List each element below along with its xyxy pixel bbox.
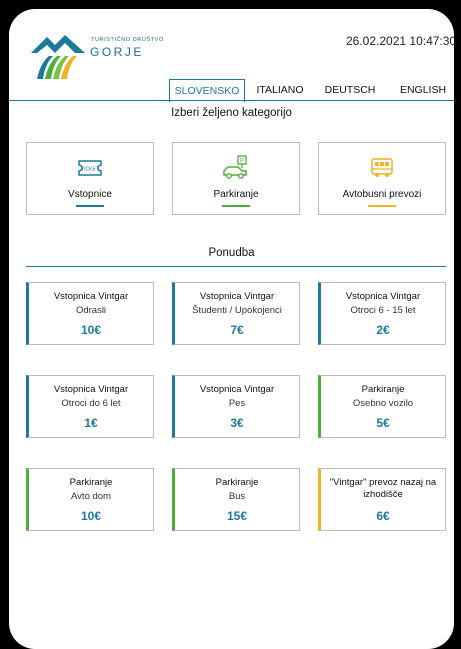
logo: TURISTIČNO DRUŠTVO GORJE: [29, 31, 169, 81]
brand-title: GORJE: [90, 45, 144, 59]
offer-title: Parkiranje: [69, 477, 113, 488]
category-label: Avtobusni prevozi: [342, 189, 422, 200]
offer-title: Vstopnica Vintgar: [199, 291, 275, 302]
offer-price: 5€: [376, 416, 390, 430]
category-underline: [76, 205, 104, 207]
offer-title: Vstopnica Vintgar: [53, 291, 129, 302]
offer-title: Parkiranje: [361, 384, 405, 395]
offer-card[interactable]: Vstopnica Vintgar Študenti / Upokojenci …: [172, 282, 300, 345]
tab-deutsch[interactable]: DEUTSCH: [319, 79, 381, 101]
offer-price: 7€: [230, 323, 244, 337]
offer-subtitle: Pes: [228, 398, 246, 409]
bus-icon: [371, 158, 393, 177]
category-avtobusni-prevozi-button[interactable]: Avtobusni prevozi: [318, 142, 446, 215]
offer-subtitle: Osebno vozilo: [352, 398, 414, 409]
offer-price: 10€: [80, 323, 102, 337]
language-tabs: SLOVENSKO ITALIANO DEUTSCH ENGLISH: [169, 79, 454, 102]
tabs-divider: [9, 100, 454, 101]
offer-price: 1€: [84, 416, 98, 430]
category-underline: [368, 205, 396, 207]
mountain-logo-icon: [31, 35, 85, 79]
category-vstopnice-button[interactable]: TICKET Vstopnice: [26, 142, 154, 215]
offer-price: 10€: [80, 509, 102, 523]
ticket-icon: TICKET: [78, 160, 102, 176]
tab-italiano[interactable]: ITALIANO: [249, 79, 311, 101]
offer-subtitle: Otroci 6 - 15 let: [350, 305, 416, 316]
category-label: Parkiranje: [213, 189, 259, 200]
offer-title: Vstopnica Vintgar: [199, 384, 275, 395]
offer-subtitle: Otroci do 6 let: [61, 398, 121, 409]
svg-text:TICKET: TICKET: [81, 167, 99, 173]
offer-title: Vstopnica Vintgar: [345, 291, 421, 302]
offer-price: 2€: [376, 323, 390, 337]
offer-price: 3€: [230, 416, 244, 430]
offer-price: 15€: [226, 509, 248, 523]
offer-subtitle: Odrasli: [75, 305, 107, 316]
car-parking-icon: P: [223, 155, 247, 179]
offer-card[interactable]: "Vintgar" prevoz nazaj na izhodišče 6€: [318, 468, 446, 531]
offer-card[interactable]: Parkiranje Osebno vozilo 5€: [318, 375, 446, 438]
offer-card[interactable]: Parkiranje Avto dom 10€: [26, 468, 154, 531]
offer-card[interactable]: Vstopnica Vintgar Pes 3€: [172, 375, 300, 438]
datetime: 26.02.2021 10:47:30: [346, 34, 454, 48]
offer-title: "Vintgar" prevoz nazaj na izhodišče: [329, 477, 437, 500]
offer-subtitle: Avto dom: [71, 491, 111, 502]
svg-text:P: P: [240, 159, 244, 165]
category-parkiranje-button[interactable]: P Parkiranje: [172, 142, 300, 215]
offers-heading: Ponudba: [208, 247, 255, 259]
tab-english[interactable]: ENGLISH: [391, 79, 454, 101]
offer-card[interactable]: Vstopnica Vintgar Otroci 6 - 15 let 2€: [318, 282, 446, 345]
offer-card[interactable]: Parkiranje Bus 15€: [172, 468, 300, 531]
tab-slovensko[interactable]: SLOVENSKO: [169, 79, 245, 102]
offer-title: Vstopnica Vintgar: [53, 384, 129, 395]
offers-divider: [26, 266, 446, 267]
offer-subtitle: Študenti / Upokojenci: [192, 305, 282, 316]
kiosk-screen: TURISTIČNO DRUŠTVO GORJE 26.02.2021 10:4…: [9, 9, 454, 649]
offer-title: Parkiranje: [215, 477, 259, 488]
brand-subtitle: TURISTIČNO DRUŠTVO: [91, 37, 164, 43]
offer-card[interactable]: Vstopnica Vintgar Otroci do 6 let 1€: [26, 375, 154, 438]
category-heading: Izberi željeno kategorijo: [171, 107, 292, 119]
offer-card[interactable]: Vstopnica Vintgar Odrasli 10€: [26, 282, 154, 345]
category-underline: [222, 205, 250, 207]
offer-subtitle: Bus: [228, 491, 246, 502]
offer-price: 6€: [376, 509, 390, 523]
category-label: Vstopnice: [68, 189, 112, 200]
